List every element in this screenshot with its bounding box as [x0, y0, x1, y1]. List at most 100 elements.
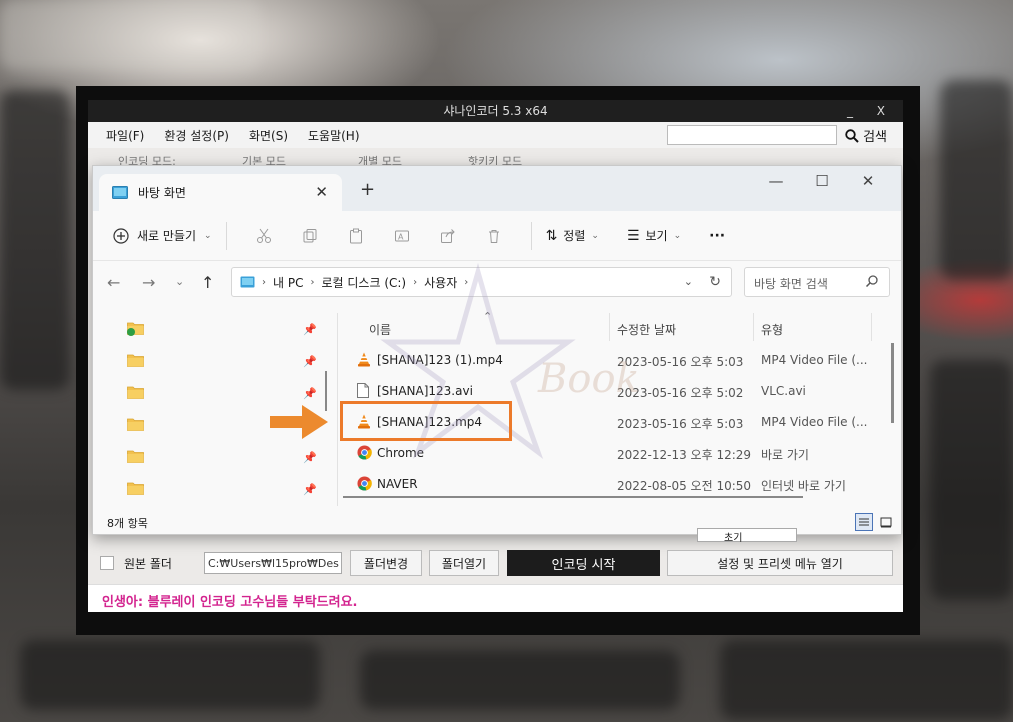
file-date: 2022-08-05 오전 10:50 — [617, 479, 752, 493]
quick-access-item[interactable]: 📌 — [127, 385, 317, 405]
file-date: 2023-05-16 오후 5:03 — [617, 417, 744, 431]
change-folder-button[interactable]: 폴더변경 — [350, 550, 422, 576]
quick-access-item[interactable]: 📌 — [127, 321, 317, 341]
plus-circle-icon — [113, 227, 129, 244]
source-folder-checkbox[interactable] — [100, 556, 114, 570]
sort-up-icon: ⌃ — [483, 310, 493, 323]
file-name: Chrome — [377, 446, 425, 460]
pane-divider[interactable] — [337, 313, 338, 506]
shana-title-bar: 샤나인코더 5.3 x64 _ X — [88, 100, 903, 122]
folder-icon — [127, 482, 144, 495]
share-icon[interactable] — [425, 228, 471, 244]
open-folder-button[interactable]: 폴더열기 — [429, 550, 499, 576]
view-label: 보기 — [645, 229, 668, 243]
menu-settings[interactable]: 환경 설정(P) — [164, 127, 229, 144]
column-name[interactable]: 이름 — [369, 321, 391, 338]
menu-file[interactable]: 파일(F) — [106, 127, 144, 144]
selected-file-highlight — [340, 401, 512, 441]
close-icon[interactable]: ✕ — [315, 183, 328, 201]
tiles-view-icon[interactable] — [877, 513, 895, 531]
breadcrumb-users[interactable]: 사용자 — [424, 274, 457, 291]
forward-icon[interactable]: → — [142, 273, 155, 292]
shana-bottom-bar: 원본 폴더 C:₩Users₩l15pro₩Des 폴더변경 폴더열기 인코딩 … — [88, 544, 903, 612]
search-input[interactable] — [667, 125, 837, 145]
pin-icon[interactable]: 📌 — [303, 323, 317, 336]
quick-access-item[interactable]: 📌 — [127, 449, 317, 469]
file-type: 인터넷 바로 가기 — [761, 479, 846, 493]
file-row[interactable]: Chrome 2022-12-13 오후 12:29 바로 가기 — [339, 438, 899, 468]
quick-access-item[interactable]: 📌 — [127, 353, 317, 373]
column-separator[interactable] — [609, 313, 610, 341]
column-separator[interactable] — [753, 313, 754, 341]
sort-button[interactable]: ⇅ 정렬 ⌄ — [546, 227, 599, 244]
menu-view[interactable]: 화면(S) — [249, 127, 288, 144]
column-separator[interactable] — [871, 313, 872, 341]
desktop-search-input[interactable]: 바탕 화면 검색 — [744, 267, 890, 297]
new-button[interactable]: 새로 만들기 ⌄ — [113, 227, 212, 244]
copy-icon[interactable] — [287, 228, 333, 244]
command-bar: 새로 만들기 ⌄ A ⇅ 정렬 ⌄ ☰ 보기 ⌄ ··· — [93, 211, 901, 261]
column-type[interactable]: 유형 — [761, 321, 783, 338]
view-button[interactable]: ☰ 보기 ⌄ — [627, 227, 681, 244]
hidden-control-peek: 초기 — [697, 528, 797, 544]
file-name: [SHANA]123.avi — [377, 384, 473, 398]
folder-icon — [127, 386, 144, 399]
maximize-icon[interactable]: ☐ — [799, 172, 845, 190]
more-options-button[interactable]: ··· — [709, 228, 725, 244]
file-name: [SHANA]123 (1).mp4 — [377, 353, 503, 367]
divider — [530, 221, 532, 250]
tab-bar: 바탕 화면 ✕ + — ☐ ✕ — [93, 166, 901, 211]
pointer-arrow-icon — [270, 405, 328, 439]
paste-icon[interactable] — [333, 228, 379, 244]
explorer-window-controls: — ☐ ✕ — [753, 172, 891, 190]
sync-check-icon — [127, 328, 135, 336]
address-bar[interactable]: › 내 PC › 로컬 디스크 (C:) › 사용자 › ⌄ ↻ — [231, 267, 732, 297]
pin-icon[interactable]: 📌 — [303, 387, 317, 400]
recent-chevron-icon[interactable]: ⌄ — [175, 275, 184, 288]
minimize-icon[interactable]: — — [753, 172, 799, 190]
file-row[interactable]: NAVER 2022-08-05 오전 10:50 인터넷 바로 가기 — [339, 469, 899, 499]
rename-icon[interactable]: A — [379, 228, 425, 244]
search-placeholder: 바탕 화면 검색 — [754, 277, 828, 291]
pin-icon[interactable]: 📌 — [303, 483, 317, 496]
file-type: VLC.avi — [761, 384, 806, 398]
settings-presets-button[interactable]: 설정 및 프리셋 메뉴 열기 — [667, 550, 893, 576]
refresh-icon[interactable]: ↻ — [709, 274, 721, 290]
delete-icon[interactable] — [471, 228, 517, 244]
menu-help[interactable]: 도움말(H) — [308, 127, 360, 144]
chevron-down-icon: ⌄ — [204, 230, 212, 241]
pin-icon[interactable]: 📌 — [303, 355, 317, 368]
view-toggle — [855, 513, 895, 531]
pin-icon[interactable]: 📌 — [303, 451, 317, 464]
search-button[interactable]: 검색 — [845, 126, 887, 145]
back-icon[interactable]: ← — [107, 273, 120, 292]
horizontal-scrollbar[interactable] — [343, 496, 803, 498]
file-date: 2022-12-13 오후 12:29 — [617, 448, 752, 462]
breadcrumb-separator: › — [310, 276, 315, 288]
close-window-icon[interactable]: ✕ — [845, 172, 891, 190]
column-date[interactable]: 수정한 날짜 — [617, 321, 676, 338]
window-controls[interactable]: _ X — [847, 100, 895, 122]
address-dropdown-icon[interactable]: ⌄ — [684, 275, 693, 288]
file-explorer-window: 바탕 화면 ✕ + — ☐ ✕ 새로 만들기 ⌄ A ⇅ 정렬 ⌄ ☰ 보기 ⌄… — [92, 165, 902, 535]
divider — [225, 221, 227, 250]
breadcrumb-my-pc[interactable]: 내 PC — [273, 274, 303, 291]
breadcrumb-local-disk[interactable]: 로컬 디스크 (C:) — [321, 274, 406, 291]
up-icon[interactable]: ↑ — [201, 273, 214, 292]
chrome-icon — [357, 476, 372, 491]
file-icon — [357, 383, 369, 398]
desktop-icon — [112, 186, 128, 199]
vertical-scrollbar[interactable] — [891, 343, 894, 423]
output-path-field[interactable]: C:₩Users₩l15pro₩Des — [204, 552, 342, 574]
tab-desktop[interactable]: 바탕 화면 ✕ — [99, 174, 342, 211]
search-label: 검색 — [863, 130, 887, 145]
quick-access-item[interactable]: 📌 — [127, 481, 317, 501]
search-icon — [845, 128, 859, 143]
cut-icon[interactable] — [241, 228, 287, 244]
start-encoding-button[interactable]: 인코딩 시작 — [507, 550, 660, 576]
new-label: 새로 만들기 — [137, 229, 197, 243]
source-folder-label: 원본 폴더 — [124, 557, 172, 571]
file-name: NAVER — [377, 477, 418, 491]
details-view-icon[interactable] — [855, 513, 873, 531]
new-tab-icon[interactable]: + — [360, 179, 375, 200]
